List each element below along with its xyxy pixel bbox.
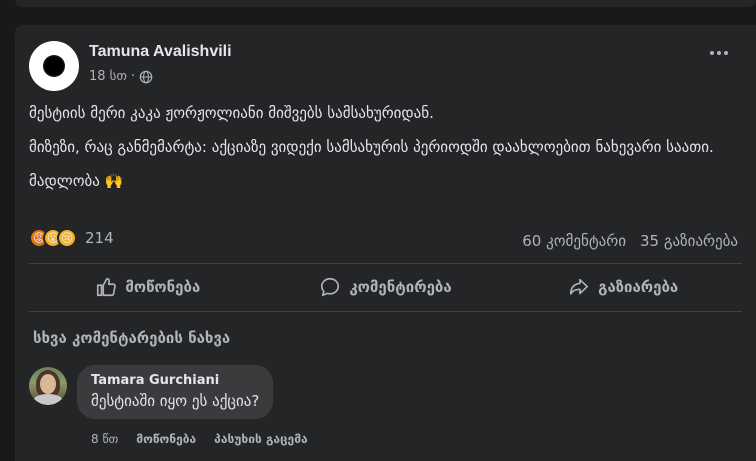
comment-text: მესტიაში იყო ეს აქცია? bbox=[91, 392, 260, 410]
post-body: მესტიის მერი კაკა ჟორჟოლიანი მიშვებს სამ… bbox=[29, 103, 744, 205]
post-card: Tamuna Avalishvili 18 სთ · მესტიის მერი … bbox=[15, 25, 756, 461]
meta-separator: · bbox=[130, 69, 136, 84]
post-actions: მოწონება კომენტირება გაზიარება bbox=[29, 267, 742, 307]
more-options-button[interactable] bbox=[710, 51, 728, 55]
view-more-comments-link[interactable]: სხვა კომენტარების ნახვა bbox=[33, 329, 230, 347]
comment-button[interactable]: კომენტირება bbox=[267, 267, 505, 307]
share-button[interactable]: გაზიარება bbox=[504, 267, 742, 307]
post-paragraph: მადლობა 🙌 bbox=[29, 172, 124, 190]
shares-count-link[interactable]: 35 გაზიარება bbox=[640, 232, 738, 250]
like-label: მოწონება bbox=[125, 278, 201, 296]
share-label: გაზიარება bbox=[598, 278, 679, 296]
share-arrow-icon bbox=[570, 278, 589, 295]
avatar-image bbox=[43, 55, 65, 77]
comment-label: კომენტირება bbox=[349, 278, 452, 296]
reactions-summary[interactable]: 😡 😮 😢 214 bbox=[29, 228, 114, 248]
avatar-shirt bbox=[33, 394, 63, 405]
comment-like-button[interactable]: მოწონება bbox=[136, 432, 196, 446]
like-button[interactable]: მოწონება bbox=[29, 267, 267, 307]
divider bbox=[29, 311, 742, 312]
avatar-face bbox=[40, 374, 56, 394]
post-meta: 18 სთ · bbox=[89, 69, 153, 84]
author-avatar[interactable] bbox=[29, 41, 79, 91]
globe-icon bbox=[139, 70, 153, 83]
comment-time[interactable]: 8 წთ bbox=[91, 432, 118, 446]
dot-icon bbox=[724, 51, 728, 55]
comments-count-link[interactable]: 60 კომენტარი bbox=[522, 232, 626, 250]
comment-bubble-icon bbox=[321, 277, 340, 297]
sad-icon: 😢 bbox=[57, 228, 77, 248]
post-time[interactable]: 18 სთ bbox=[89, 69, 127, 84]
commenter-avatar[interactable] bbox=[29, 367, 67, 405]
previous-post-card bbox=[15, 0, 756, 7]
comment-reply-button[interactable]: პასუხის გაცემა bbox=[214, 432, 307, 446]
divider bbox=[29, 263, 742, 264]
reaction-count: 214 bbox=[85, 229, 114, 247]
comment-bubble: Tamara Gurchiani მესტიაში იყო ეს აქცია? bbox=[77, 365, 274, 419]
comment-meta: 8 წთ მოწონება პასუხის გაცემა bbox=[91, 432, 308, 446]
post-author-name[interactable]: Tamuna Avalishvili bbox=[89, 43, 232, 61]
commenter-name[interactable]: Tamara Gurchiani bbox=[91, 373, 259, 388]
post-paragraph: მესტიის მერი კაკა ჟორჟოლიანი მიშვებს სამ… bbox=[29, 104, 434, 122]
post-paragraph: მიზეზი, რაც განმემარტა: აქციაზე ვიდექი ს… bbox=[29, 138, 714, 156]
thumbs-up-icon bbox=[97, 277, 117, 297]
dot-icon bbox=[717, 51, 721, 55]
engagement-counts: 60 კომენტარი 35 გაზიარება bbox=[522, 232, 738, 250]
dot-icon bbox=[710, 51, 714, 55]
